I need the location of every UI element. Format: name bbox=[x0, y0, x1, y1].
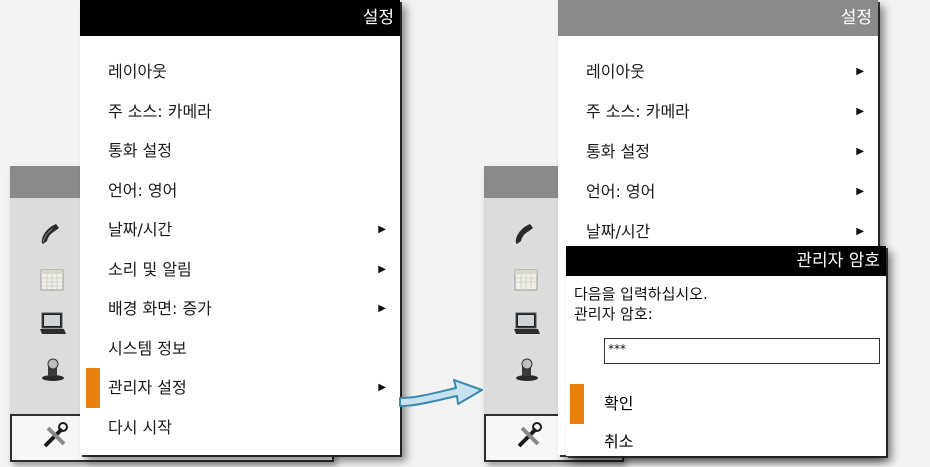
laptop-icon bbox=[38, 309, 68, 343]
camera-icon bbox=[38, 355, 68, 389]
transition-arrow-icon bbox=[399, 379, 483, 407]
menu-item-label: 날짜/시간 bbox=[108, 220, 173, 239]
tools-icon bbox=[514, 421, 544, 455]
submenu-arrow-icon: ▶ bbox=[378, 224, 386, 235]
menu-item[interactable]: 통화 설정 bbox=[80, 131, 400, 171]
submenu-arrow-icon: ▶ bbox=[856, 106, 864, 117]
menu-item-label: 통화 설정 bbox=[586, 142, 650, 161]
menu-item[interactable]: 언어: 영어 ▶ bbox=[558, 172, 878, 212]
prompt-line-2: 관리자 암호: bbox=[574, 305, 653, 323]
menu-item-label: 레이아웃 bbox=[108, 62, 167, 81]
menu-item[interactable]: 주 소스: 카메라 ▶ bbox=[558, 92, 878, 132]
menu-item[interactable]: 레이아웃 ▶ bbox=[558, 52, 878, 92]
submenu-arrow-icon: ▶ bbox=[856, 186, 864, 197]
menu-title-text: 설정 bbox=[362, 8, 394, 28]
admin-password-input[interactable]: *** bbox=[604, 338, 880, 364]
menu-item[interactable]: 날짜/시간 ▶ bbox=[80, 210, 400, 250]
menu-item-label: 관리자 설정 bbox=[108, 378, 187, 397]
calendar-icon bbox=[38, 265, 68, 299]
menu-item-label: 주 소스: 카메라 bbox=[108, 101, 212, 121]
left-settings-menu: 설정 레이아웃 주 소스: 카메라 통화 설정 언어: 영어 날짜/시간 ▶ 소리 및 알림… bbox=[80, 0, 400, 455]
menu-item-label: 다시 시작 bbox=[108, 417, 172, 437]
dialog-title-text: 관리자 암호 bbox=[796, 251, 880, 271]
menu-title-text: 설정 bbox=[840, 8, 872, 28]
menu-item[interactable]: 배경 화면: 증가 ▶ bbox=[80, 289, 400, 329]
dialog-prompt: 다음을 입력하십시오. 관리자 암호: bbox=[574, 284, 708, 324]
menu-item[interactable]: 통화 설정 ▶ bbox=[558, 132, 878, 172]
prompt-line-1: 다음을 입력하십시오. bbox=[574, 285, 708, 303]
menu-item-label: 시스템 정보 bbox=[108, 338, 187, 358]
menu-item-label: 통화 설정 bbox=[108, 141, 172, 160]
menu-item[interactable]: 언어: 영어 bbox=[80, 171, 400, 211]
submenu-arrow-icon: ▶ bbox=[856, 66, 864, 77]
phone-icon bbox=[38, 221, 64, 251]
menu-title: 설정 bbox=[558, 0, 878, 36]
menu-item-label: 언어: 영어 bbox=[108, 180, 178, 200]
cancel-button[interactable]: 취소 bbox=[566, 422, 886, 462]
menu-item[interactable]: 다시 시작 bbox=[80, 408, 400, 448]
submenu-arrow-icon: ▶ bbox=[378, 382, 386, 393]
phone-icon bbox=[512, 221, 538, 251]
selection-marker bbox=[570, 384, 584, 424]
dialog-title: 관리자 암호 bbox=[566, 246, 886, 276]
menu-item-label: 레이아웃 bbox=[586, 62, 645, 81]
menu-item-label: 배경 화면: 증가 bbox=[108, 299, 212, 318]
menu-item-label: 언어: 영어 bbox=[586, 182, 656, 201]
admin-password-dialog: 관리자 암호 다음을 입력하십시오. 관리자 암호: *** 확인 취소 bbox=[566, 246, 886, 456]
confirm-button-label: 확인 bbox=[604, 394, 634, 413]
menu-title: 설정 bbox=[80, 0, 400, 36]
submenu-arrow-icon: ▶ bbox=[378, 263, 386, 275]
selection-marker bbox=[86, 368, 100, 408]
tools-icon bbox=[40, 421, 70, 455]
menu-item-label: 주 소스: 카메라 bbox=[586, 102, 690, 121]
cancel-button-label: 취소 bbox=[604, 432, 634, 451]
menu-item[interactable]: 레이아웃 bbox=[80, 52, 400, 92]
confirm-button[interactable]: 확인 bbox=[566, 384, 886, 424]
submenu-arrow-icon: ▶ bbox=[378, 303, 386, 314]
laptop-icon bbox=[512, 309, 542, 343]
menu-item[interactable]: 소리 및 알림 ▶ bbox=[80, 250, 400, 290]
camera-icon bbox=[512, 355, 542, 389]
menu-item-label: 소리 및 알림 bbox=[108, 259, 192, 279]
menu-item[interactable]: 주 소스: 카메라 bbox=[80, 92, 400, 132]
calendar-icon bbox=[512, 265, 542, 299]
menu-item[interactable]: 시스템 정보 bbox=[80, 329, 400, 369]
menu-item[interactable]: 관리자 설정 ▶ bbox=[80, 368, 400, 408]
submenu-arrow-icon: ▶ bbox=[856, 146, 864, 157]
